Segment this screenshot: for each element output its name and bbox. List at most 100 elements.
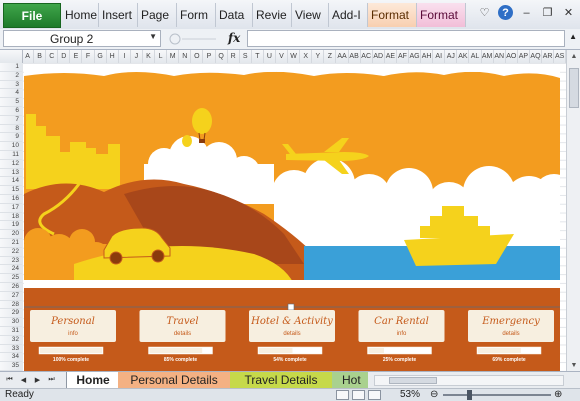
row-header[interactable]: 19 — [0, 221, 22, 231]
row-header[interactable]: 8 — [0, 125, 22, 134]
column-header[interactable]: N — [179, 50, 192, 63]
column-header[interactable]: Y — [312, 50, 325, 63]
column-header[interactable]: AR — [542, 50, 555, 63]
select-all-corner[interactable] — [0, 50, 23, 63]
column-header[interactable]: AL — [469, 50, 482, 63]
zoom-slider[interactable] — [443, 394, 551, 396]
column-header[interactable]: AI — [433, 50, 446, 63]
row-header[interactable]: 20 — [0, 230, 22, 239]
prev-sheet-icon[interactable]: ◀ — [18, 374, 29, 386]
row-header[interactable]: 10 — [0, 142, 22, 151]
chevron-down-icon[interactable]: ▼ — [149, 32, 157, 41]
column-header[interactable]: AG — [409, 50, 422, 63]
column-header[interactable]: AN — [494, 50, 506, 63]
column-header[interactable]: X — [300, 50, 313, 63]
row-header[interactable]: 27 — [0, 292, 22, 301]
row-header[interactable]: 13 — [0, 169, 22, 178]
insert-function-icon[interactable]: fx — [228, 31, 240, 45]
tab-format-picture[interactable]: Format — [417, 3, 466, 27]
row-header[interactable]: 1 — [0, 63, 22, 72]
column-header[interactable]: I — [119, 50, 131, 63]
row-header[interactable]: 16 — [0, 195, 22, 204]
vertical-scrollbar[interactable]: ▲ ▼ — [566, 50, 580, 371]
tab-format-drawing[interactable]: Format — [368, 3, 417, 27]
tab-view[interactable]: View — [292, 3, 329, 27]
row-header[interactable]: 18 — [0, 213, 22, 222]
row-header[interactable]: 22 — [0, 248, 22, 257]
row-header[interactable]: 3 — [0, 81, 22, 90]
scroll-down-icon[interactable]: ▼ — [567, 359, 580, 371]
column-header[interactable]: AK — [457, 50, 470, 63]
column-header[interactable]: E — [70, 50, 83, 63]
row-header[interactable]: 33 — [0, 345, 22, 354]
heart-icon[interactable]: ♡ — [477, 5, 492, 20]
column-header[interactable]: J — [131, 50, 143, 63]
column-header[interactable]: V — [276, 50, 289, 63]
close-icon[interactable]: ✕ — [561, 5, 576, 20]
column-header[interactable]: U — [264, 50, 276, 63]
column-header[interactable]: S — [240, 50, 252, 63]
row-header[interactable]: 14 — [0, 177, 22, 187]
column-header[interactable]: AJ — [445, 50, 458, 63]
tab-formulas[interactable]: Form — [177, 3, 216, 27]
tab-data[interactable]: Data — [216, 3, 253, 27]
help-icon[interactable]: ? — [498, 5, 513, 20]
column-header[interactable]: D — [58, 50, 71, 63]
row-header[interactable]: 26 — [0, 283, 22, 292]
column-header[interactable]: AS — [554, 50, 567, 63]
column-header[interactable]: T — [252, 50, 264, 63]
row-header[interactable]: 4 — [0, 89, 22, 99]
column-header[interactable]: AA — [336, 50, 349, 63]
column-header[interactable]: AM — [482, 50, 494, 63]
column-header[interactable]: C — [46, 50, 59, 63]
minimize-icon[interactable]: – — [519, 5, 534, 20]
column-header[interactable]: AQ — [530, 50, 543, 63]
row-header[interactable]: 6 — [0, 107, 22, 116]
column-header[interactable]: AB — [349, 50, 361, 63]
column-header[interactable]: L — [155, 50, 168, 63]
row-header[interactable]: 9 — [0, 133, 22, 143]
row-header[interactable]: 30 — [0, 318, 22, 327]
column-header[interactable]: Q — [216, 50, 228, 63]
selection-handle[interactable] — [287, 303, 295, 311]
row-header[interactable]: 24 — [0, 265, 22, 275]
row-header[interactable]: 17 — [0, 204, 22, 213]
sheet-tab-personal-details[interactable]: Personal Details — [118, 372, 230, 388]
scroll-up-icon[interactable]: ▲ — [567, 50, 580, 62]
zoom-slider-thumb[interactable] — [467, 390, 472, 400]
column-header[interactable]: K — [143, 50, 156, 63]
horizontal-scrollbar[interactable] — [374, 375, 564, 386]
page-layout-view-icon[interactable] — [352, 390, 365, 400]
column-header[interactable]: AH — [421, 50, 434, 63]
column-header[interactable]: AD — [373, 50, 385, 63]
row-header[interactable]: 15 — [0, 186, 22, 195]
row-header[interactable]: 12 — [0, 160, 22, 169]
column-header[interactable]: AE — [385, 50, 397, 63]
column-header[interactable]: A — [22, 50, 35, 63]
row-header[interactable]: 25 — [0, 274, 22, 283]
formula-bar-splitter-icon[interactable] — [168, 32, 218, 46]
zoom-in-icon[interactable]: ⊕ — [554, 389, 562, 401]
column-header[interactable]: R — [228, 50, 240, 63]
column-header[interactable]: W — [288, 50, 301, 63]
formula-input[interactable] — [247, 30, 565, 47]
normal-view-icon[interactable] — [336, 390, 349, 400]
row-header[interactable]: 23 — [0, 257, 22, 266]
row-header[interactable]: 34 — [0, 353, 22, 363]
zoom-out-icon[interactable]: ⊖ — [430, 389, 438, 401]
last-sheet-icon[interactable]: ⏭ — [46, 374, 57, 386]
column-header[interactable]: B — [34, 50, 47, 63]
row-header[interactable]: 5 — [0, 98, 22, 107]
column-header[interactable]: M — [167, 50, 180, 63]
column-header[interactable]: AO — [506, 50, 518, 63]
row-header[interactable]: 7 — [0, 116, 22, 125]
horizontal-scroll-thumb[interactable] — [389, 377, 437, 384]
page-break-view-icon[interactable] — [368, 390, 381, 400]
next-sheet-icon[interactable]: ▶ — [32, 374, 43, 386]
row-header[interactable]: 28 — [0, 301, 22, 310]
row-header[interactable]: 2 — [0, 72, 22, 81]
column-header[interactable]: AP — [518, 50, 530, 63]
tab-add-ins[interactable]: Add-I — [329, 3, 368, 27]
column-header[interactable]: AC — [361, 50, 373, 63]
sheet-tab-hotel[interactable]: Hot — [332, 372, 368, 388]
